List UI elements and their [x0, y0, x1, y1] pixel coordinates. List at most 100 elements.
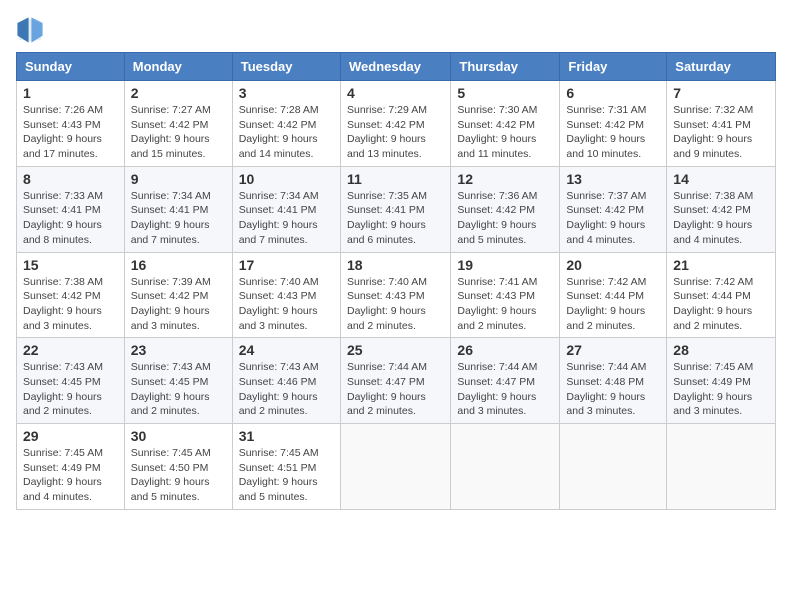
day-number: 1: [23, 85, 118, 101]
day-number: 5: [457, 85, 553, 101]
calendar-cell: 31 Sunrise: 7:45 AM Sunset: 4:51 PM Dayl…: [232, 424, 340, 510]
day-info: Sunrise: 7:44 AM Sunset: 4:47 PM Dayligh…: [457, 360, 553, 419]
day-info: Sunrise: 7:45 AM Sunset: 4:49 PM Dayligh…: [23, 446, 118, 505]
logo: [16, 16, 48, 44]
day-number: 28: [673, 342, 769, 358]
calendar-cell: 13 Sunrise: 7:37 AM Sunset: 4:42 PM Dayl…: [560, 166, 667, 252]
day-info: Sunrise: 7:39 AM Sunset: 4:42 PM Dayligh…: [131, 275, 226, 334]
calendar-cell: 8 Sunrise: 7:33 AM Sunset: 4:41 PM Dayli…: [17, 166, 125, 252]
day-header-friday: Friday: [560, 53, 667, 81]
day-number: 23: [131, 342, 226, 358]
day-number: 21: [673, 257, 769, 273]
day-info: Sunrise: 7:40 AM Sunset: 4:43 PM Dayligh…: [347, 275, 444, 334]
day-number: 4: [347, 85, 444, 101]
day-info: Sunrise: 7:35 AM Sunset: 4:41 PM Dayligh…: [347, 189, 444, 248]
day-header-saturday: Saturday: [667, 53, 776, 81]
calendar-cell: 15 Sunrise: 7:38 AM Sunset: 4:42 PM Dayl…: [17, 252, 125, 338]
day-info: Sunrise: 7:34 AM Sunset: 4:41 PM Dayligh…: [239, 189, 334, 248]
day-number: 10: [239, 171, 334, 187]
day-number: 25: [347, 342, 444, 358]
day-info: Sunrise: 7:26 AM Sunset: 4:43 PM Dayligh…: [23, 103, 118, 162]
day-number: 8: [23, 171, 118, 187]
day-number: 24: [239, 342, 334, 358]
day-number: 31: [239, 428, 334, 444]
day-header-sunday: Sunday: [17, 53, 125, 81]
calendar-cell: [667, 424, 776, 510]
calendar-cell: 25 Sunrise: 7:44 AM Sunset: 4:47 PM Dayl…: [340, 338, 450, 424]
day-number: 15: [23, 257, 118, 273]
day-number: 30: [131, 428, 226, 444]
calendar-cell: 4 Sunrise: 7:29 AM Sunset: 4:42 PM Dayli…: [340, 81, 450, 167]
day-number: 19: [457, 257, 553, 273]
day-info: Sunrise: 7:37 AM Sunset: 4:42 PM Dayligh…: [566, 189, 660, 248]
day-info: Sunrise: 7:45 AM Sunset: 4:49 PM Dayligh…: [673, 360, 769, 419]
day-number: 11: [347, 171, 444, 187]
day-info: Sunrise: 7:44 AM Sunset: 4:47 PM Dayligh…: [347, 360, 444, 419]
day-info: Sunrise: 7:43 AM Sunset: 4:46 PM Dayligh…: [239, 360, 334, 419]
calendar-cell: 22 Sunrise: 7:43 AM Sunset: 4:45 PM Dayl…: [17, 338, 125, 424]
day-number: 13: [566, 171, 660, 187]
calendar-cell: 26 Sunrise: 7:44 AM Sunset: 4:47 PM Dayl…: [451, 338, 560, 424]
calendar-cell: 3 Sunrise: 7:28 AM Sunset: 4:42 PM Dayli…: [232, 81, 340, 167]
day-header-tuesday: Tuesday: [232, 53, 340, 81]
day-info: Sunrise: 7:43 AM Sunset: 4:45 PM Dayligh…: [131, 360, 226, 419]
calendar-cell: 29 Sunrise: 7:45 AM Sunset: 4:49 PM Dayl…: [17, 424, 125, 510]
calendar-cell: 10 Sunrise: 7:34 AM Sunset: 4:41 PM Dayl…: [232, 166, 340, 252]
calendar-cell: 20 Sunrise: 7:42 AM Sunset: 4:44 PM Dayl…: [560, 252, 667, 338]
calendar-header-row: SundayMondayTuesdayWednesdayThursdayFrid…: [17, 53, 776, 81]
day-header-thursday: Thursday: [451, 53, 560, 81]
calendar-cell: 30 Sunrise: 7:45 AM Sunset: 4:50 PM Dayl…: [124, 424, 232, 510]
day-info: Sunrise: 7:33 AM Sunset: 4:41 PM Dayligh…: [23, 189, 118, 248]
day-info: Sunrise: 7:38 AM Sunset: 4:42 PM Dayligh…: [23, 275, 118, 334]
day-number: 27: [566, 342, 660, 358]
calendar-week-row: 29 Sunrise: 7:45 AM Sunset: 4:49 PM Dayl…: [17, 424, 776, 510]
day-info: Sunrise: 7:44 AM Sunset: 4:48 PM Dayligh…: [566, 360, 660, 419]
calendar-week-row: 8 Sunrise: 7:33 AM Sunset: 4:41 PM Dayli…: [17, 166, 776, 252]
day-number: 7: [673, 85, 769, 101]
calendar-cell: 11 Sunrise: 7:35 AM Sunset: 4:41 PM Dayl…: [340, 166, 450, 252]
day-header-monday: Monday: [124, 53, 232, 81]
calendar-cell: 24 Sunrise: 7:43 AM Sunset: 4:46 PM Dayl…: [232, 338, 340, 424]
day-info: Sunrise: 7:45 AM Sunset: 4:51 PM Dayligh…: [239, 446, 334, 505]
day-info: Sunrise: 7:29 AM Sunset: 4:42 PM Dayligh…: [347, 103, 444, 162]
calendar-table: SundayMondayTuesdayWednesdayThursdayFrid…: [16, 52, 776, 510]
day-number: 14: [673, 171, 769, 187]
day-number: 29: [23, 428, 118, 444]
calendar-cell: 21 Sunrise: 7:42 AM Sunset: 4:44 PM Dayl…: [667, 252, 776, 338]
calendar-cell: 7 Sunrise: 7:32 AM Sunset: 4:41 PM Dayli…: [667, 81, 776, 167]
day-info: Sunrise: 7:43 AM Sunset: 4:45 PM Dayligh…: [23, 360, 118, 419]
calendar-cell: 1 Sunrise: 7:26 AM Sunset: 4:43 PM Dayli…: [17, 81, 125, 167]
calendar-cell: 17 Sunrise: 7:40 AM Sunset: 4:43 PM Dayl…: [232, 252, 340, 338]
calendar-cell: [451, 424, 560, 510]
day-info: Sunrise: 7:36 AM Sunset: 4:42 PM Dayligh…: [457, 189, 553, 248]
page-header: [16, 16, 776, 44]
day-info: Sunrise: 7:42 AM Sunset: 4:44 PM Dayligh…: [566, 275, 660, 334]
calendar-cell: [340, 424, 450, 510]
day-info: Sunrise: 7:32 AM Sunset: 4:41 PM Dayligh…: [673, 103, 769, 162]
day-number: 9: [131, 171, 226, 187]
calendar-cell: 28 Sunrise: 7:45 AM Sunset: 4:49 PM Dayl…: [667, 338, 776, 424]
calendar-cell: 5 Sunrise: 7:30 AM Sunset: 4:42 PM Dayli…: [451, 81, 560, 167]
day-info: Sunrise: 7:45 AM Sunset: 4:50 PM Dayligh…: [131, 446, 226, 505]
calendar-cell: 23 Sunrise: 7:43 AM Sunset: 4:45 PM Dayl…: [124, 338, 232, 424]
day-info: Sunrise: 7:31 AM Sunset: 4:42 PM Dayligh…: [566, 103, 660, 162]
calendar-cell: 9 Sunrise: 7:34 AM Sunset: 4:41 PM Dayli…: [124, 166, 232, 252]
day-info: Sunrise: 7:41 AM Sunset: 4:43 PM Dayligh…: [457, 275, 553, 334]
calendar-week-row: 22 Sunrise: 7:43 AM Sunset: 4:45 PM Dayl…: [17, 338, 776, 424]
day-number: 26: [457, 342, 553, 358]
day-number: 18: [347, 257, 444, 273]
day-info: Sunrise: 7:27 AM Sunset: 4:42 PM Dayligh…: [131, 103, 226, 162]
day-number: 2: [131, 85, 226, 101]
day-number: 17: [239, 257, 334, 273]
day-number: 3: [239, 85, 334, 101]
day-number: 20: [566, 257, 660, 273]
calendar-cell: [560, 424, 667, 510]
calendar-week-row: 1 Sunrise: 7:26 AM Sunset: 4:43 PM Dayli…: [17, 81, 776, 167]
day-info: Sunrise: 7:40 AM Sunset: 4:43 PM Dayligh…: [239, 275, 334, 334]
calendar-cell: 14 Sunrise: 7:38 AM Sunset: 4:42 PM Dayl…: [667, 166, 776, 252]
calendar-cell: 6 Sunrise: 7:31 AM Sunset: 4:42 PM Dayli…: [560, 81, 667, 167]
logo-icon: [16, 16, 44, 44]
day-header-wednesday: Wednesday: [340, 53, 450, 81]
day-info: Sunrise: 7:38 AM Sunset: 4:42 PM Dayligh…: [673, 189, 769, 248]
day-info: Sunrise: 7:30 AM Sunset: 4:42 PM Dayligh…: [457, 103, 553, 162]
